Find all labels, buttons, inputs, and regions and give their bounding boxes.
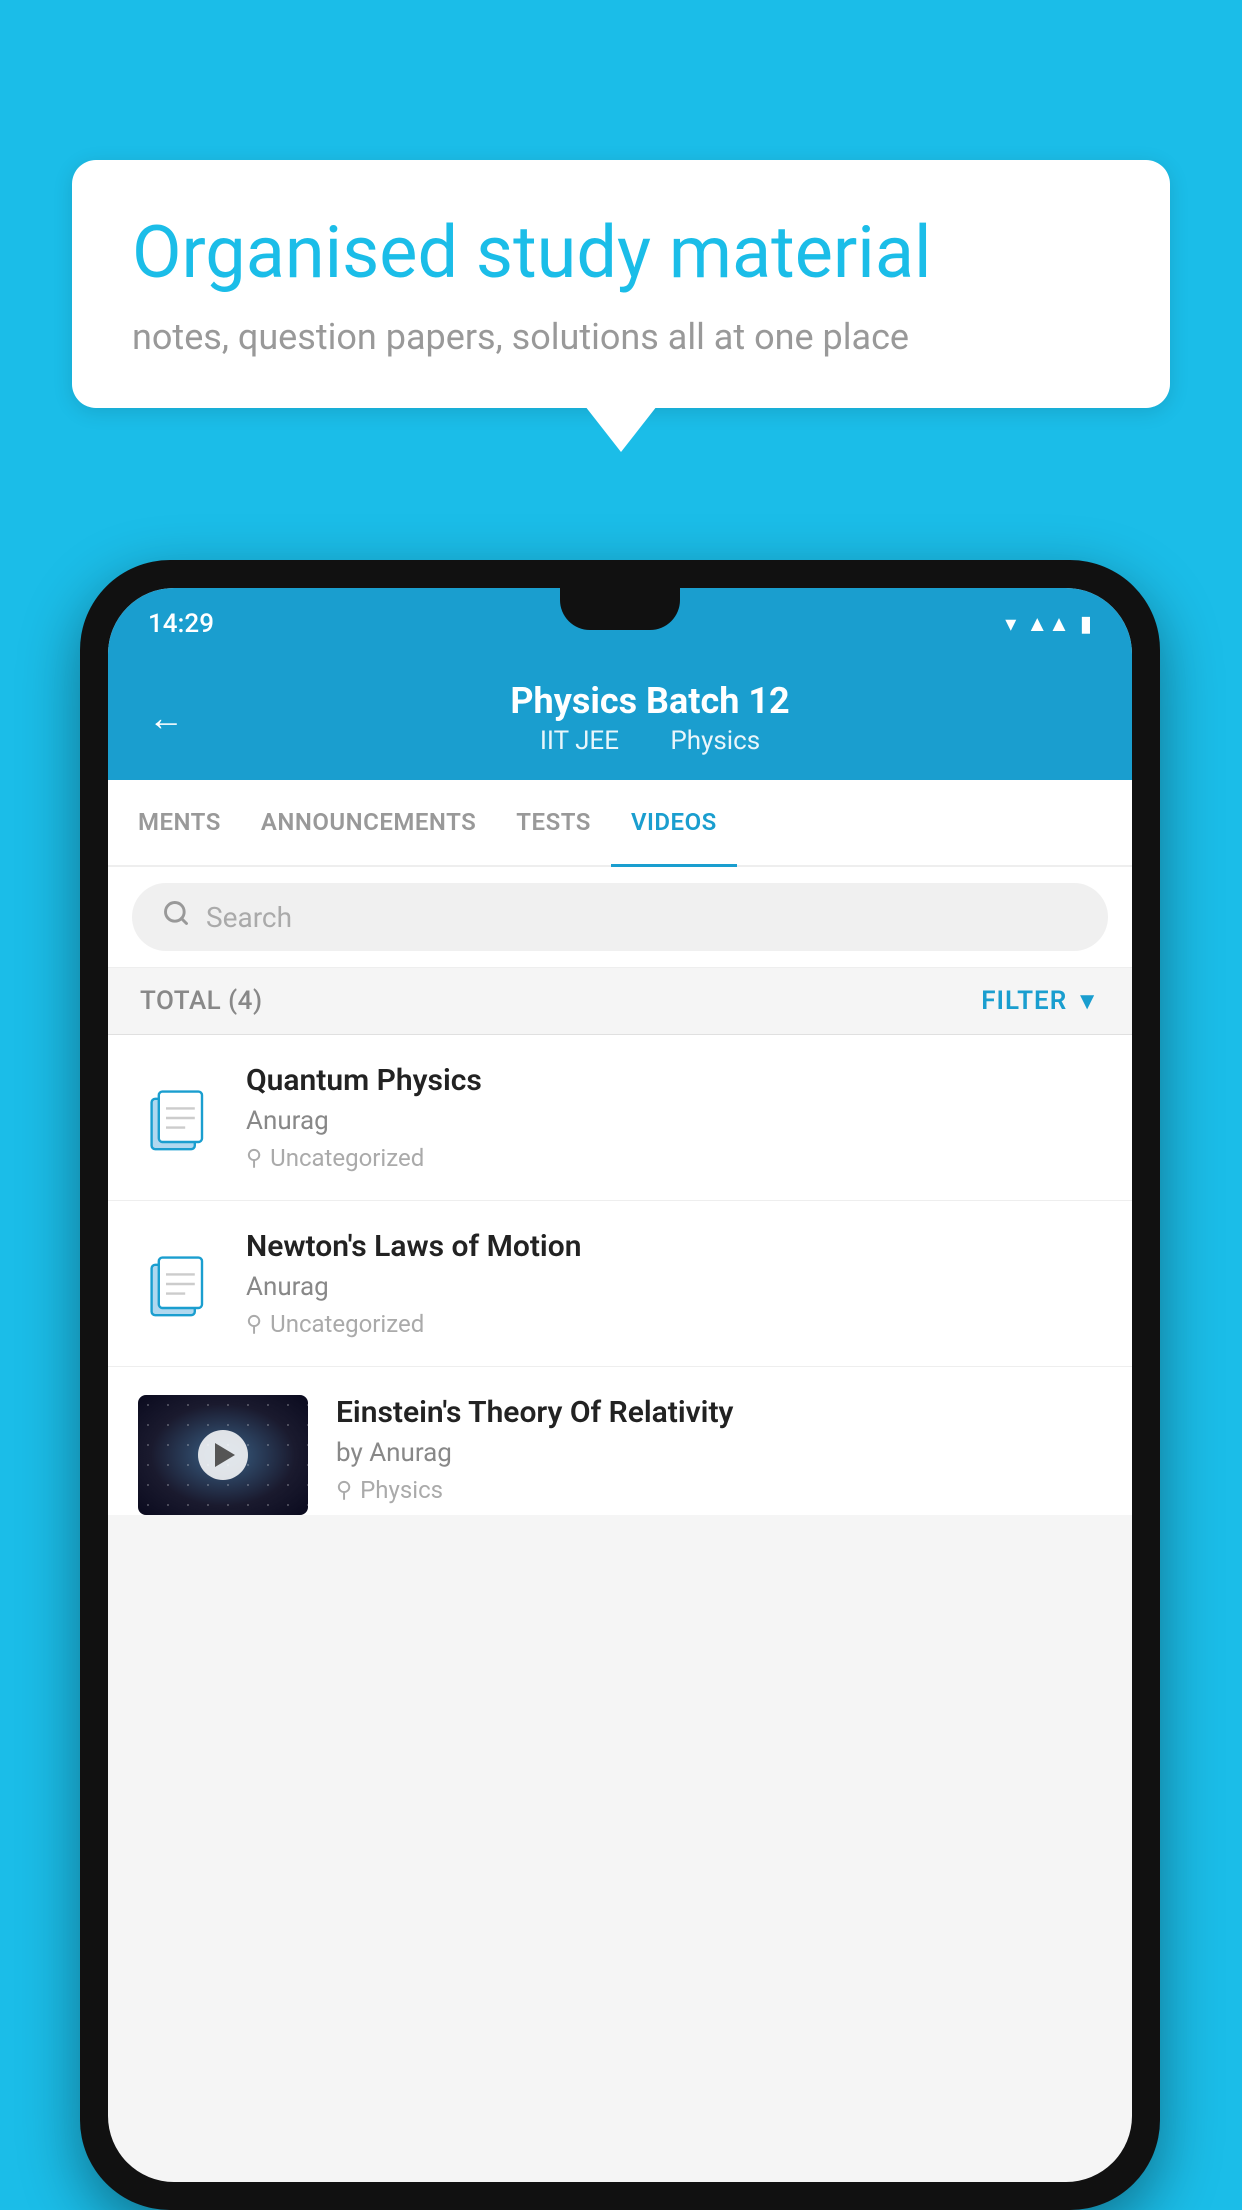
video-item-2[interactable]: Newton's Laws of Motion Anurag ⚲ Uncateg… [108,1201,1132,1367]
video-author-3: by Anurag [336,1438,1102,1468]
tabs-bar: MENTS ANNOUNCEMENTS TESTS VIDEOS [108,780,1132,867]
search-bar[interactable]: Search [132,883,1108,951]
tag-icon-3: ⚲ [336,1478,352,1503]
search-placeholder: Search [206,901,292,934]
status-icons: ▾ ▲▲ ▮ [1005,611,1092,637]
video-tag-3: ⚲ Physics [336,1476,1102,1504]
video-tag-label-2: Uncategorized [270,1310,424,1338]
video-info-1: Quantum Physics Anurag ⚲ Uncategorized [246,1063,1102,1172]
signal-icon: ▲▲ [1026,611,1070,637]
speech-bubble: Organised study material notes, question… [72,160,1170,408]
header-subtitle-sep [641,726,654,756]
header-subtitle-iitjee: IIT JEE [540,726,619,756]
file-icon-2 [138,1239,218,1329]
tab-ments[interactable]: MENTS [118,780,241,867]
filter-bar: TOTAL (4) FILTER ▼ [108,968,1132,1035]
video-title-2: Newton's Laws of Motion [246,1229,1102,1264]
file-icon-1 [138,1073,218,1163]
filter-label: FILTER [981,986,1067,1016]
video-info-3: Einstein's Theory Of Relativity by Anura… [336,1395,1102,1504]
back-button[interactable]: ← [148,697,184,739]
video-author-1: Anurag [246,1106,1102,1136]
tab-videos[interactable]: VIDEOS [611,780,737,867]
video-info-2: Newton's Laws of Motion Anurag ⚲ Uncateg… [246,1229,1102,1338]
status-bar: 14:29 ▾ ▲▲ ▮ [108,588,1132,660]
wifi-icon: ▾ [1005,612,1016,637]
phone-screen: 14:29 ▾ ▲▲ ▮ ← Physics Batch 12 IIT JEE … [108,588,1132,2182]
video-thumbnail-3 [138,1395,308,1515]
search-icon [162,899,190,935]
header-subtitle: IIT JEE Physics [208,726,1092,756]
video-author-2: Anurag [246,1272,1102,1302]
status-time: 14:29 [148,609,214,639]
header-center: Physics Batch 12 IIT JEE Physics [208,680,1092,756]
video-title-3: Einstein's Theory Of Relativity [336,1395,1102,1430]
play-triangle-icon [215,1443,235,1467]
play-button-3[interactable] [198,1430,248,1480]
tab-tests[interactable]: TESTS [496,780,611,867]
filter-button[interactable]: FILTER ▼ [981,986,1100,1016]
battery-icon: ▮ [1080,612,1092,637]
video-item-3[interactable]: Einstein's Theory Of Relativity by Anura… [108,1367,1132,1515]
video-tag-label-1: Uncategorized [270,1144,424,1172]
tag-icon-2: ⚲ [246,1312,262,1337]
header-title: Physics Batch 12 [208,680,1092,722]
tab-announcements[interactable]: ANNOUNCEMENTS [241,780,496,867]
search-container: Search [108,867,1132,968]
header-subtitle-physics: Physics [670,726,760,756]
bubble-subtitle: notes, question papers, solutions all at… [132,316,1110,358]
video-item-1[interactable]: Quantum Physics Anurag ⚲ Uncategorized [108,1035,1132,1201]
video-tag-2: ⚲ Uncategorized [246,1310,1102,1338]
filter-icon: ▼ [1075,987,1100,1016]
thumb-gradient-3 [138,1395,308,1515]
app-header: ← Physics Batch 12 IIT JEE Physics [108,660,1132,780]
video-tag-1: ⚲ Uncategorized [246,1144,1102,1172]
total-label: TOTAL (4) [140,986,263,1016]
content-area: Quantum Physics Anurag ⚲ Uncategorized [108,1035,1132,1515]
video-title-1: Quantum Physics [246,1063,1102,1098]
bubble-title: Organised study material [132,210,1110,296]
phone-frame: 14:29 ▾ ▲▲ ▮ ← Physics Batch 12 IIT JEE … [80,560,1160,2210]
video-tag-label-3: Physics [360,1476,443,1504]
tag-icon-1: ⚲ [246,1146,262,1171]
